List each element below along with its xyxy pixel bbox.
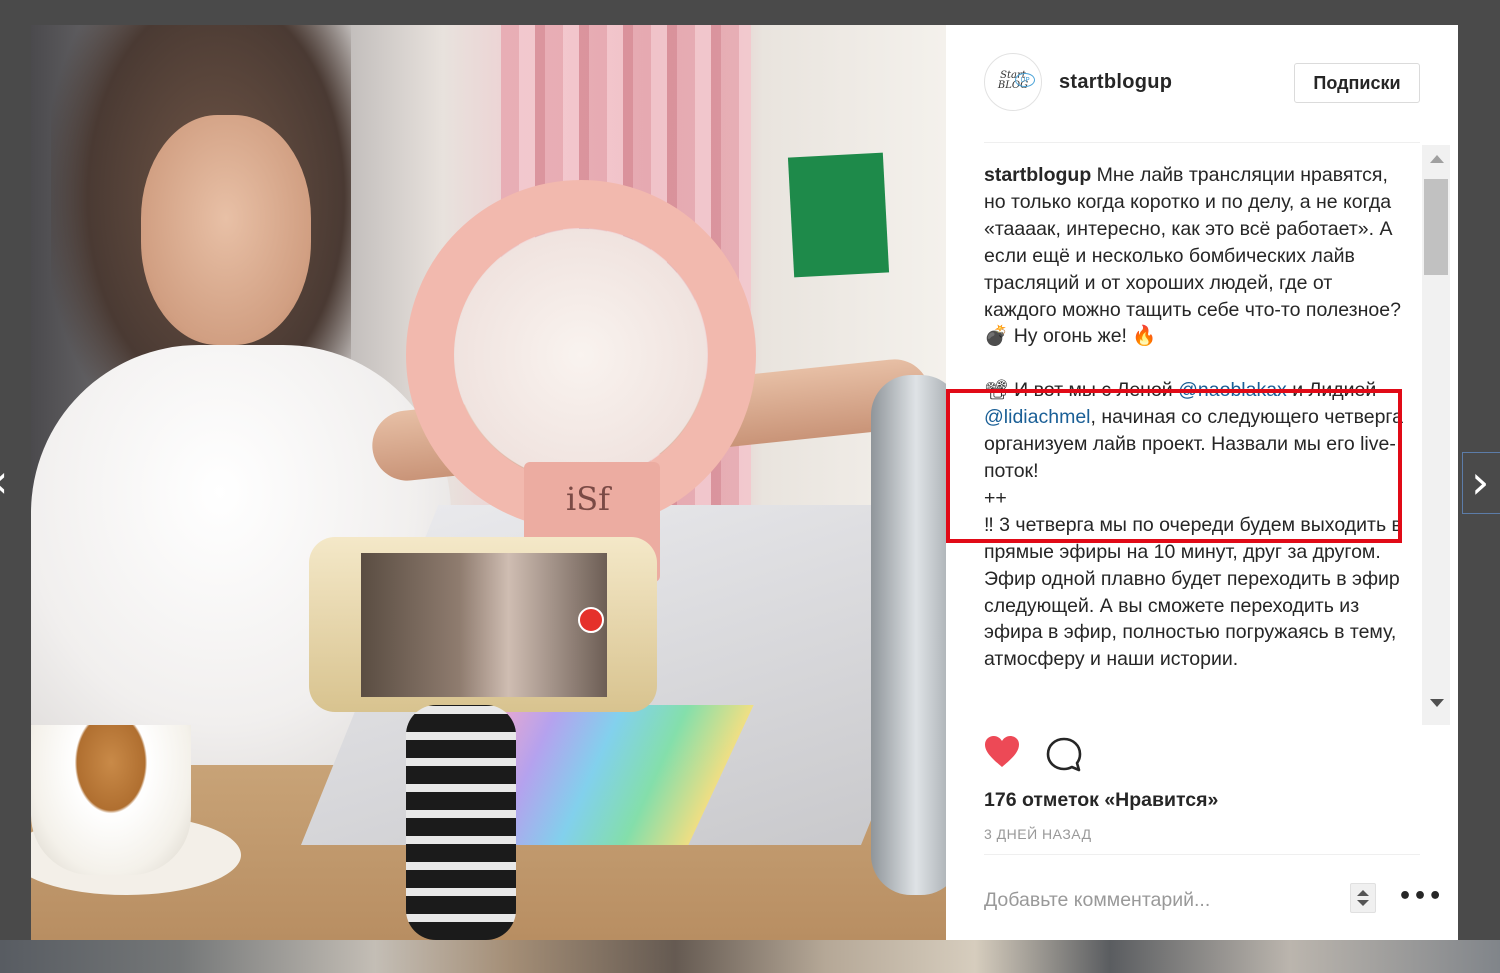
photo-teacup (31, 725, 191, 875)
photo-microphone (871, 375, 946, 895)
background-thumbnails (0, 940, 1500, 973)
post-header: Start BLOG UP startblogup Подписки (946, 25, 1458, 143)
chevron-down-icon[interactable] (1357, 900, 1369, 906)
caption-text-2: Ну огонь же! (1008, 325, 1133, 348)
fire-icon: 🔥 (1132, 325, 1157, 348)
likes-count[interactable]: 176 отметок «Нравится» (984, 789, 1218, 812)
post-sidebar: Start BLOG UP startblogup Подписки start… (946, 25, 1458, 940)
chevron-up-icon[interactable] (1357, 890, 1369, 896)
avatar-logo-badge: UP (1015, 73, 1035, 87)
caption-scrollbar[interactable] (1422, 145, 1450, 725)
post-photo: iSf (31, 25, 946, 940)
caption-paragraph-2: 💣 Ну огонь же! 🔥 (984, 323, 1404, 350)
scroll-thumb[interactable] (1424, 179, 1448, 275)
caption-spacer (984, 350, 1404, 377)
scroll-down-arrow-icon[interactable] (1430, 699, 1444, 707)
following-button[interactable]: Подписки (1294, 63, 1420, 103)
avatar[interactable]: Start BLOG UP (984, 53, 1042, 111)
heart-icon[interactable] (984, 735, 1020, 773)
avatar-logo-text: Start BLOG (997, 70, 1029, 91)
photo-book (787, 152, 890, 278)
photo-tripod (406, 705, 516, 940)
header-divider (984, 142, 1420, 143)
comment-input[interactable] (984, 886, 1344, 914)
post-modal: iSf Start BLOG UP startblogup Подписки s… (31, 25, 1458, 940)
photo-record-button (578, 607, 604, 633)
more-options-button[interactable]: ••• (1398, 886, 1443, 908)
photo-phone-screen (361, 553, 607, 697)
caption-author-link[interactable]: startblogup (984, 164, 1091, 186)
bomb-icon: 💣 (984, 325, 1009, 348)
photo-face (141, 115, 311, 345)
next-post-arrow[interactable]: › (1462, 452, 1500, 514)
caption-paragraph-1: startblogup Мне лайв трансляции нравятся… (984, 162, 1404, 323)
caption-text-1: Мне лайв трансляции нравятся, но только … (984, 164, 1401, 321)
post-timestamp[interactable]: 3 ДНЕЙ НАЗАД (984, 826, 1092, 842)
comment-icon[interactable] (1046, 737, 1082, 777)
username-link[interactable]: startblogup (1059, 71, 1172, 94)
ring-light-logo: iSf (566, 480, 610, 518)
footer-divider (984, 854, 1420, 855)
scroll-up-arrow-icon[interactable] (1430, 155, 1444, 163)
textarea-resize-stepper[interactable] (1350, 883, 1376, 913)
post-actions (984, 735, 1184, 775)
prev-post-arrow[interactable]: ‹ (0, 458, 8, 504)
highlight-annotation-box (946, 389, 1402, 543)
